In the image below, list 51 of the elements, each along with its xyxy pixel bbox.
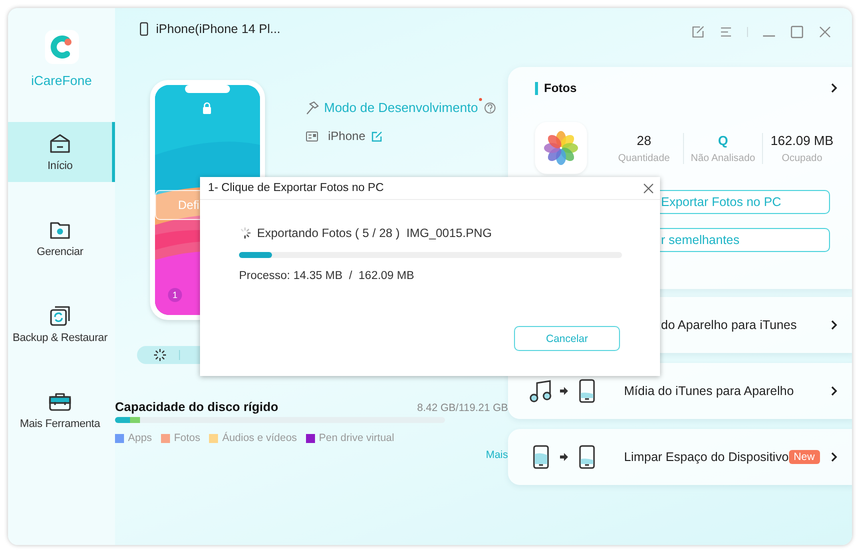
- loading-spinner-icon: [239, 227, 251, 239]
- arrow-right-icon: [560, 387, 568, 395]
- app-name: iCareFone: [30, 73, 93, 88]
- home-icon: [48, 132, 72, 156]
- stat-value: Q: [718, 132, 728, 148]
- menu-icon[interactable]: [718, 25, 733, 39]
- app-logo: [44, 30, 78, 64]
- legend-label: Áudios e vídeos: [222, 432, 297, 444]
- stat-label: Não Analisado: [690, 152, 756, 164]
- chevron-right-icon: [830, 320, 838, 330]
- music-note-icon: [528, 378, 554, 404]
- storage-title: Capacidade do disco rígido: [115, 400, 278, 414]
- progress-text: Processo: 14.35 MB / 162.09 MB: [239, 270, 416, 282]
- chevron-right-icon[interactable]: [830, 83, 838, 93]
- sidebar-item[interactable]: Mais Ferramenta: [8, 380, 115, 440]
- lock-icon: [202, 102, 212, 114]
- sidebar-item[interactable]: Início: [8, 122, 115, 182]
- backup-icon: [48, 304, 72, 328]
- photos-app-icon: [535, 122, 587, 174]
- close-icon[interactable]: [818, 25, 832, 39]
- phone-icon: [137, 22, 151, 36]
- arrow-right-icon: [560, 453, 568, 461]
- close-icon[interactable]: [643, 182, 654, 194]
- chevron-right-icon: [830, 452, 838, 462]
- tool-card[interactable]: Mídia do iTunes para Aparelho: [508, 363, 852, 419]
- device-name: iPhone: [328, 129, 366, 143]
- id-card-icon: [305, 129, 319, 143]
- spinner-icon[interactable]: [153, 348, 167, 362]
- legend-label: Fotos: [174, 432, 200, 444]
- page-badge: 1: [168, 288, 182, 302]
- stat-value: 162.09 MB: [770, 132, 834, 148]
- help-icon[interactable]: [482, 100, 497, 114]
- chevron-right-icon: [830, 386, 838, 396]
- storage-usage: 8.42 GB/119.21 GB: [417, 402, 508, 414]
- maximize-icon[interactable]: [790, 25, 804, 39]
- stat-label: Ocupado: [782, 152, 822, 164]
- tool-card[interactable]: Limpar Espaço do Dispositivo New: [508, 429, 852, 485]
- device-title[interactable]: iPhone(iPhone 14 Pl...: [156, 22, 280, 36]
- card-title: Fotos: [544, 81, 578, 95]
- sidebar-item[interactable]: Gerenciar: [8, 208, 115, 268]
- legend-label: Apps: [128, 432, 152, 444]
- title-accent-bar: [535, 82, 538, 94]
- stat-label: Quantidade: [618, 152, 670, 164]
- edit-icon[interactable]: [370, 129, 384, 143]
- legend-label: Pen drive virtual: [318, 432, 394, 444]
- hammer-icon: [305, 100, 319, 114]
- new-badge: New: [788, 450, 820, 464]
- stat-value: 28: [636, 132, 652, 148]
- export-status: Exportando Fotos ( 5 / 28 ) IMG_0015.PNG: [257, 226, 492, 240]
- sidebar-item[interactable]: Backup & Restaurar: [8, 294, 115, 354]
- toolbox-icon: [48, 390, 72, 414]
